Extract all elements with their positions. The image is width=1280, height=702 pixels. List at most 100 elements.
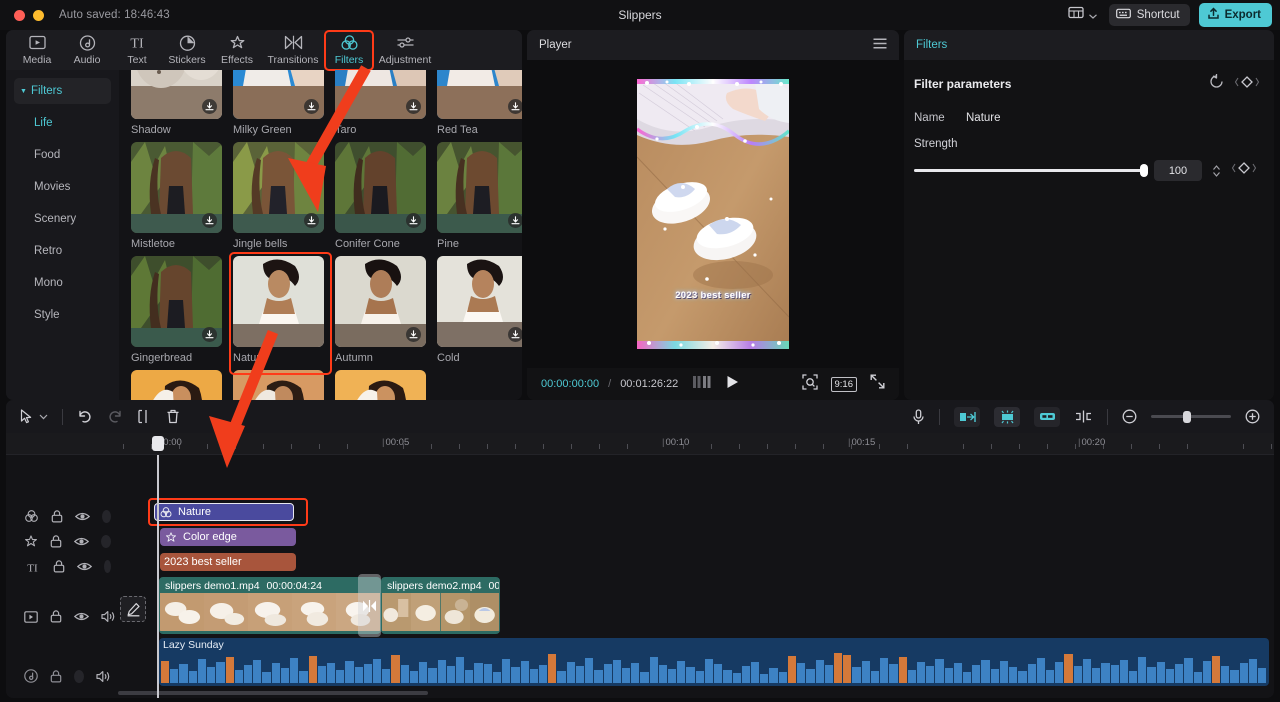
aspect-ratio-button[interactable]: 9:16 bbox=[830, 376, 857, 392]
strength-value-field[interactable]: 100 bbox=[1154, 160, 1202, 181]
split-button[interactable] bbox=[137, 409, 152, 424]
zoom-out-button[interactable] bbox=[1122, 409, 1137, 424]
eye-icon[interactable] bbox=[74, 611, 89, 622]
filter-cell-conifer-cone[interactable]: Conifer Cone bbox=[335, 142, 426, 250]
delete-button[interactable] bbox=[166, 409, 180, 424]
tab-effects[interactable]: Effects bbox=[212, 32, 262, 69]
track-mute-placeholder[interactable] bbox=[104, 560, 111, 573]
effects-track-icon[interactable] bbox=[24, 535, 38, 548]
strength-slider[interactable] bbox=[914, 164, 1148, 177]
lock-icon[interactable] bbox=[51, 510, 63, 523]
sidebar-item-food[interactable]: Food bbox=[14, 142, 111, 168]
filter-cell-cold[interactable]: Cold bbox=[437, 256, 522, 364]
export-button[interactable]: Export bbox=[1198, 3, 1272, 27]
audio-track-icon[interactable] bbox=[24, 669, 38, 683]
track-eye-placeholder[interactable] bbox=[74, 669, 84, 683]
sidebar-item-mono[interactable]: Mono bbox=[14, 270, 111, 296]
video-track-icon[interactable] bbox=[24, 610, 38, 623]
tab-media[interactable]: Media bbox=[12, 32, 62, 69]
sidebar-item-style[interactable]: Style bbox=[14, 302, 111, 328]
lock-icon[interactable] bbox=[50, 610, 62, 623]
filter-cell-gingerbread[interactable]: Gingerbread bbox=[131, 256, 222, 364]
quality-icon[interactable] bbox=[693, 375, 711, 393]
track-mute-placeholder[interactable] bbox=[102, 510, 111, 523]
timeline-clip-effect-color-edge[interactable]: Color edge bbox=[160, 528, 296, 546]
microphone-button[interactable] bbox=[912, 408, 925, 425]
filter-cell-red-tea[interactable]: Red Tea bbox=[437, 70, 522, 136]
cursor-tool-dropdown[interactable] bbox=[39, 414, 48, 420]
download-icon[interactable] bbox=[406, 327, 421, 342]
filter-cell-nature[interactable]: Nature bbox=[229, 252, 332, 375]
download-icon[interactable] bbox=[406, 99, 421, 114]
playhead-handle[interactable] bbox=[152, 436, 164, 451]
filter-cell-milky-green[interactable]: Milky Green bbox=[233, 70, 324, 136]
timeline-horizontal-scrollbar[interactable] bbox=[118, 691, 428, 695]
link-button[interactable] bbox=[1034, 406, 1060, 427]
tab-transitions[interactable]: Transitions bbox=[262, 32, 324, 69]
tab-text[interactable]: TI Text bbox=[112, 32, 162, 69]
hamburger-icon[interactable] bbox=[873, 38, 887, 52]
video-preview[interactable]: 2023 best seller bbox=[637, 79, 789, 349]
download-icon[interactable] bbox=[202, 327, 217, 342]
timeline-ruler[interactable]: 00:00 |00:05 |00:10 |00:15 |00:20 bbox=[6, 433, 1274, 455]
eye-icon[interactable] bbox=[75, 511, 90, 522]
filter-cell-taro[interactable]: Taro bbox=[335, 70, 426, 136]
tab-adjustment[interactable]: Adjustment bbox=[374, 32, 436, 69]
filter-cell-shadow[interactable]: Shadow bbox=[131, 70, 222, 136]
marker-button[interactable] bbox=[1074, 410, 1093, 423]
filter-cell-extra-1[interactable] bbox=[131, 370, 222, 400]
minimize-window-button[interactable] bbox=[33, 9, 44, 21]
fullscreen-icon[interactable] bbox=[870, 374, 885, 394]
tab-filters[interactable]: Filters bbox=[324, 30, 374, 71]
filter-cell-extra-3[interactable] bbox=[335, 370, 426, 400]
sidebar-item-filters[interactable]: ▼ Filters bbox=[14, 78, 111, 104]
cursor-tool-button[interactable] bbox=[20, 409, 33, 424]
filter-cell-jingle-bells[interactable]: Jingle bells bbox=[233, 142, 324, 250]
close-window-button[interactable] bbox=[14, 9, 25, 21]
filter-cell-autumn[interactable]: Autumn bbox=[335, 256, 426, 364]
track-mute-placeholder[interactable] bbox=[101, 535, 111, 548]
zoom-in-button[interactable] bbox=[1245, 409, 1260, 424]
filter-cell-extra-2[interactable] bbox=[233, 370, 324, 400]
timeline-clip-filter-nature[interactable]: Nature bbox=[154, 503, 294, 521]
eye-icon[interactable] bbox=[74, 536, 89, 547]
strength-slider-knob[interactable] bbox=[1140, 164, 1148, 177]
download-icon[interactable] bbox=[202, 99, 217, 114]
timeline-clip-audio-lazy-sunday[interactable]: Lazy Sunday bbox=[159, 638, 1269, 686]
keyframe-diamond-icon[interactable] bbox=[1234, 75, 1260, 94]
timeline-clip-text-2023[interactable]: 2023 best seller bbox=[160, 553, 296, 571]
lock-icon[interactable] bbox=[50, 535, 62, 548]
zoom-slider[interactable] bbox=[1151, 410, 1231, 423]
filters-track-icon[interactable] bbox=[24, 510, 39, 523]
layout-button[interactable] bbox=[1065, 4, 1100, 26]
transition-marker[interactable] bbox=[358, 574, 381, 637]
snapshot-icon[interactable] bbox=[801, 373, 818, 395]
download-icon[interactable] bbox=[202, 213, 217, 228]
speaker-icon[interactable] bbox=[101, 610, 116, 623]
shortcut-button[interactable]: Shortcut bbox=[1108, 4, 1190, 26]
download-icon[interactable] bbox=[508, 99, 522, 114]
crop-button[interactable] bbox=[954, 406, 980, 427]
download-icon[interactable] bbox=[508, 213, 522, 228]
tab-audio[interactable]: Audio bbox=[62, 32, 112, 69]
speaker-icon[interactable] bbox=[96, 670, 111, 683]
tab-stickers[interactable]: Stickers bbox=[162, 32, 212, 69]
redo-button[interactable] bbox=[107, 410, 123, 424]
sidebar-item-retro[interactable]: Retro bbox=[14, 238, 111, 264]
zoom-slider-knob[interactable] bbox=[1183, 410, 1191, 423]
filter-cell-mistletoe[interactable]: Mistletoe bbox=[131, 142, 222, 250]
sidebar-item-life[interactable]: Life bbox=[14, 110, 111, 136]
sidebar-item-scenery[interactable]: Scenery bbox=[14, 206, 111, 232]
download-icon[interactable] bbox=[508, 327, 522, 342]
lock-icon[interactable] bbox=[50, 669, 62, 683]
strength-stepper[interactable] bbox=[1212, 164, 1221, 178]
timeline-clip-video-1[interactable]: slippers demo1.mp4 00:00:04:24 bbox=[159, 577, 381, 634]
lock-icon[interactable] bbox=[53, 560, 65, 573]
sidebar-item-movies[interactable]: Movies bbox=[14, 174, 111, 200]
playhead[interactable] bbox=[152, 436, 164, 698]
play-icon[interactable] bbox=[726, 375, 739, 394]
undo-button[interactable] bbox=[77, 410, 93, 424]
strength-keyframe-icon[interactable] bbox=[1231, 161, 1257, 180]
timeline-clip-video-2[interactable]: slippers demo2.mp4 00:0 bbox=[381, 577, 500, 634]
download-icon[interactable] bbox=[304, 213, 319, 228]
